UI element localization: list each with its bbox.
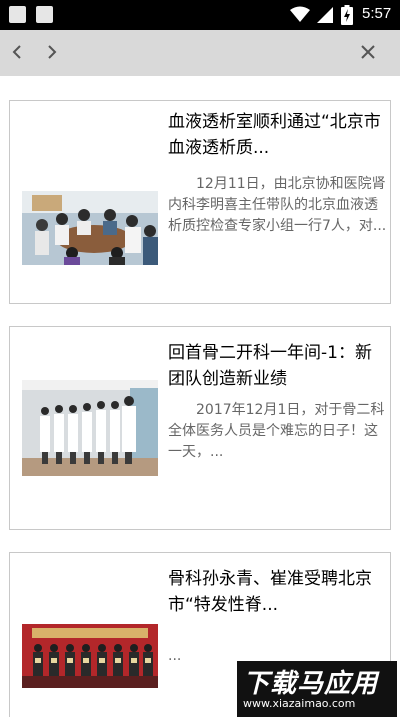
article-thumbnail <box>22 380 158 476</box>
watermark-logo: 下载马应用 <box>243 669 379 699</box>
article-list: 血液透析室顺利通过“北京市血液透析质... 12月11日，由北京协和医院肾内科李… <box>0 76 400 717</box>
wifi-icon <box>290 6 310 22</box>
article-card[interactable]: 回首骨二开科一年间-1：新团队创造新业绩 2017年12月1日，对于骨二科全体医… <box>9 326 391 530</box>
forward-button[interactable] <box>40 40 64 64</box>
article-thumbnail <box>22 624 158 688</box>
article-summary: 12月11日，由北京协和医院肾内科李明喜主任带队的北京血液透析质控检查专家小组一… <box>168 176 387 234</box>
article-title[interactable]: 回首骨二开科一年间-1：新团队创造新业绩 <box>168 340 388 392</box>
signal-icon <box>317 7 333 23</box>
chevron-right-icon <box>48 45 57 59</box>
notification-icon <box>9 6 26 23</box>
article-thumbnail <box>22 191 158 265</box>
notification-icon <box>36 6 53 23</box>
close-button[interactable] <box>356 40 380 64</box>
back-button[interactable] <box>5 40 29 64</box>
browser-nav-bar <box>0 30 400 76</box>
article-title[interactable]: 骨科孙永青、崔准受聘北京市“特发性脊... <box>168 566 388 618</box>
watermark-overlay: 下载马应用 www.xiazaimao.com <box>237 661 397 717</box>
watermark-url: www.xiazaimao.com <box>243 697 356 710</box>
article-summary: 2017年12月1日，对于骨二科全体医务人员是个难忘的日子！这一天，... <box>168 402 385 460</box>
battery-charging-icon <box>341 5 353 25</box>
chevron-left-icon <box>12 45 21 59</box>
article-card[interactable]: 血液透析室顺利通过“北京市血液透析质... 12月11日，由北京协和医院肾内科李… <box>9 100 391 304</box>
article-title[interactable]: 血液透析室顺利通过“北京市血液透析质... <box>168 109 388 161</box>
status-time: 5:57 <box>362 5 392 22</box>
close-icon <box>361 45 375 59</box>
status-bar: 5:57 <box>0 0 400 30</box>
